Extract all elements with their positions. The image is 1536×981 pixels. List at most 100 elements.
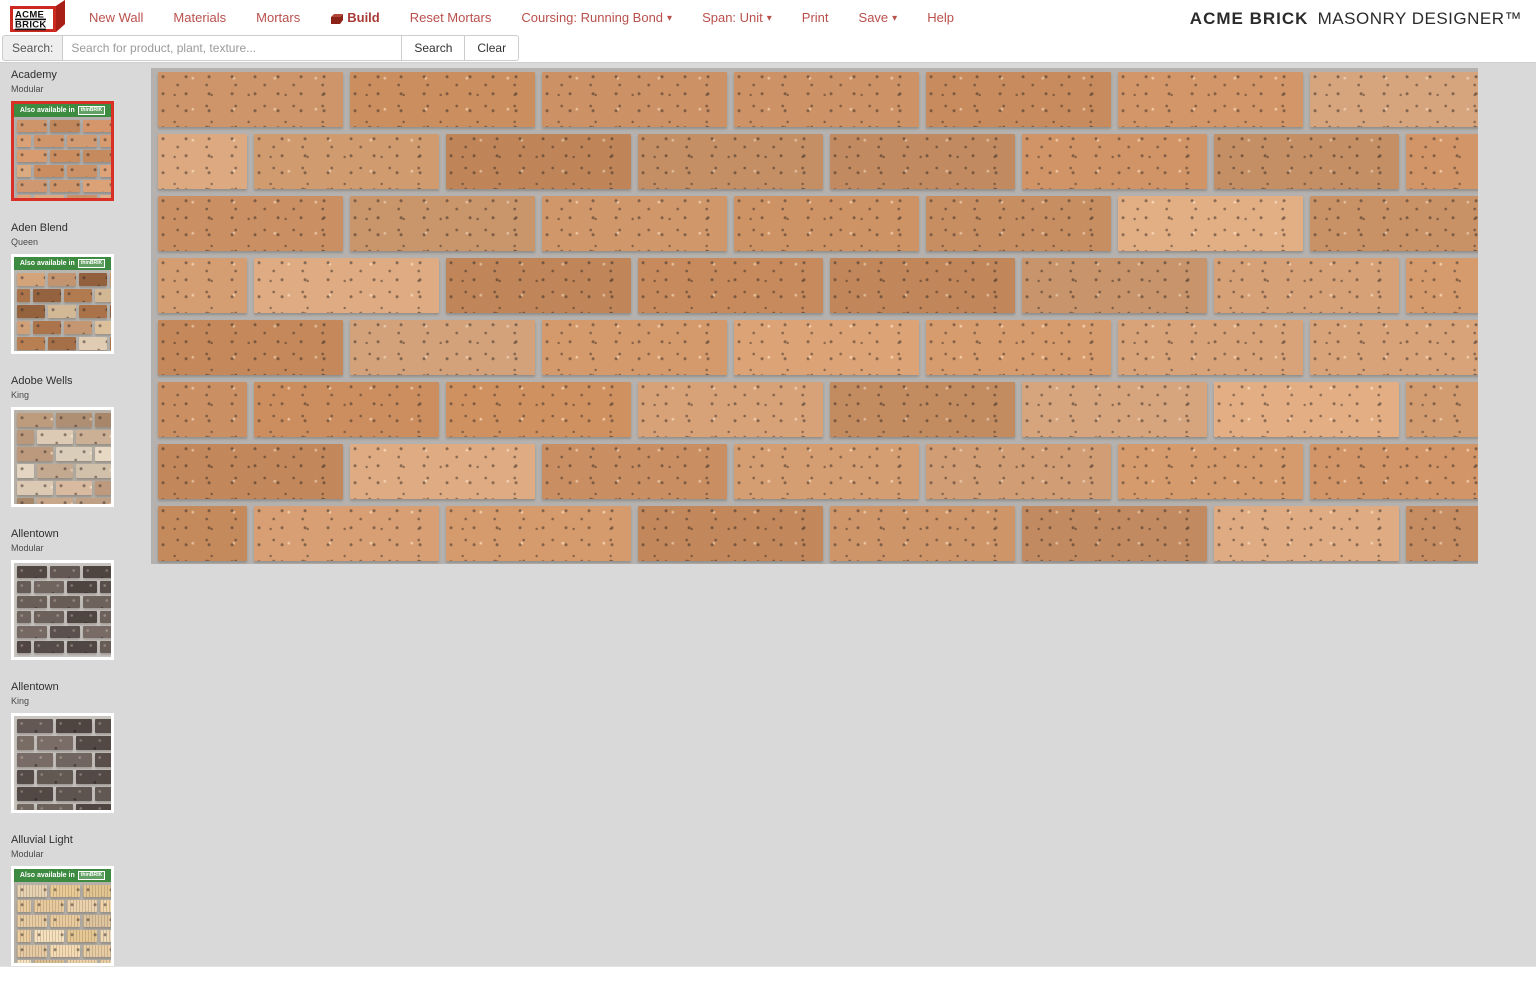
product-thumbnail[interactable]: Also available inthinBRIK	[11, 254, 114, 354]
brick	[1310, 72, 1478, 127]
wall-row	[17, 596, 111, 608]
product-item: Adobe WellsKing	[11, 375, 151, 507]
brick	[734, 196, 919, 251]
brick	[1214, 506, 1399, 561]
brick	[100, 195, 111, 198]
product-thumbnail[interactable]: Also available inthinBRIK	[11, 866, 114, 966]
wall-row	[158, 72, 1478, 127]
wall-row	[158, 196, 1478, 251]
brick	[17, 581, 31, 593]
wall-row	[17, 150, 111, 162]
brick	[1310, 444, 1478, 499]
product-thumbnail[interactable]: Also available inthinBRIK	[11, 101, 114, 201]
brick	[17, 337, 45, 350]
acme-brick-logo[interactable]: ACME BRICK	[10, 0, 66, 37]
search-input[interactable]	[62, 35, 402, 61]
brick	[100, 900, 111, 912]
brick	[17, 770, 34, 784]
product-thumbnail[interactable]	[11, 560, 114, 660]
product-name: Aden Blend	[11, 222, 151, 235]
brick	[1310, 196, 1478, 251]
brick	[542, 72, 727, 127]
nav-item-mortars[interactable]: Mortars	[246, 10, 310, 25]
top-nav: ACME BRICK New Wall Materials Mortars Build…	[0, 0, 1536, 35]
nav-item-span[interactable]: Span: Unit▾	[692, 10, 782, 25]
brick	[17, 273, 45, 286]
brick	[926, 320, 1111, 375]
brick	[110, 337, 111, 350]
brick	[830, 506, 1015, 561]
nav-item-reset-mortars[interactable]: Reset Mortars	[400, 10, 502, 25]
brick	[734, 444, 919, 499]
wall-row	[17, 804, 111, 810]
brick	[158, 258, 247, 313]
nav-item-materials[interactable]: Materials	[163, 10, 236, 25]
brick	[95, 481, 111, 495]
brick	[83, 120, 111, 132]
brick	[79, 305, 107, 318]
brick	[17, 566, 47, 578]
brick	[95, 787, 111, 801]
brick	[1022, 506, 1207, 561]
wall-canvas-area	[151, 63, 1478, 966]
brick	[37, 498, 73, 504]
brick	[50, 120, 80, 132]
brick	[1022, 382, 1207, 437]
search-button[interactable]: Search	[402, 35, 465, 61]
brick	[76, 464, 111, 478]
brick	[50, 915, 80, 927]
brick	[350, 320, 535, 375]
brick	[34, 581, 64, 593]
wall-row	[17, 566, 111, 578]
brick	[48, 305, 76, 318]
wall-row	[158, 506, 1478, 561]
brick	[83, 885, 111, 897]
nav-item-label: Mortars	[256, 10, 300, 25]
nav-item-help[interactable]: Help	[917, 10, 964, 25]
wall-row	[17, 464, 111, 478]
product-size: Modular	[11, 849, 151, 860]
clear-button[interactable]: Clear	[465, 35, 519, 61]
product-item: AllentownModular	[11, 528, 151, 660]
wall-row	[17, 305, 111, 318]
nav-item-coursing[interactable]: Coursing: Running Bond▾	[511, 10, 682, 25]
brick	[17, 736, 34, 750]
thinbrik-badge: thinBRIK	[78, 106, 105, 115]
wall-row	[17, 498, 111, 504]
nav-item-save[interactable]: Save▾	[849, 10, 908, 25]
brick	[446, 258, 631, 313]
wall-row	[17, 321, 111, 334]
brick	[56, 481, 92, 495]
product-size: Queen	[11, 237, 151, 248]
brick	[17, 430, 34, 444]
brick	[17, 165, 31, 177]
brick	[67, 611, 97, 623]
product-thumbnail[interactable]	[11, 407, 114, 507]
nav-item-build[interactable]: Build	[320, 10, 390, 25]
brick	[34, 611, 64, 623]
nav-item-new-wall[interactable]: New Wall	[79, 10, 153, 25]
wall-row	[17, 611, 111, 623]
brick	[17, 195, 31, 198]
brick	[56, 719, 92, 733]
brick	[34, 165, 64, 177]
brick	[926, 72, 1111, 127]
nav-item-print[interactable]: Print	[792, 10, 839, 25]
brick	[67, 135, 97, 147]
brick	[830, 134, 1015, 189]
brick	[34, 641, 64, 653]
brick	[100, 135, 111, 147]
brick	[110, 305, 111, 318]
wall-preview[interactable]	[151, 68, 1478, 564]
availability-banner: Also available inthinBRIK	[14, 869, 111, 882]
nav-item-label: New Wall	[89, 10, 143, 25]
brick	[638, 258, 823, 313]
brick	[254, 382, 439, 437]
brick	[830, 382, 1015, 437]
brick	[37, 430, 73, 444]
brick	[734, 320, 919, 375]
wall-row	[158, 258, 1478, 313]
brick	[48, 337, 76, 350]
product-thumbnail[interactable]	[11, 713, 114, 813]
search-label: Search:	[2, 35, 62, 61]
